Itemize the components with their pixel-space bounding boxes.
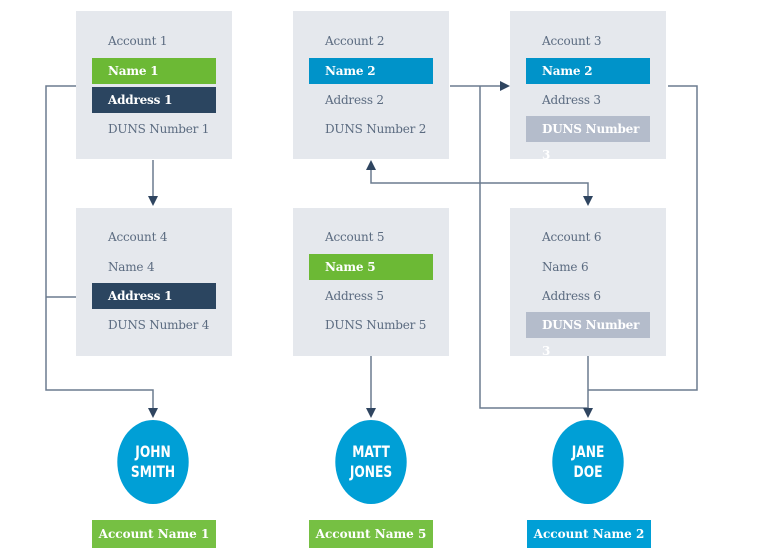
person-circle-john-smith: JOHN SMITH — [117, 420, 189, 504]
name-field: Name 1 — [92, 58, 216, 84]
duns-field: DUNS Number 5 — [325, 318, 427, 332]
account-label: Account 3 — [542, 34, 602, 48]
account-card-5: Account 5 Name 5 Address 5 DUNS Number 5 — [293, 208, 449, 356]
person-last-name: DOE — [573, 462, 603, 481]
arrow-down-jane — [583, 408, 593, 418]
person-first-name: JANE — [571, 442, 605, 461]
name-field: Name 6 — [542, 260, 589, 274]
account-name-label: Account Name 2 — [527, 520, 651, 548]
address-field: Address 5 — [325, 289, 384, 303]
duns-field: DUNS Number 4 — [108, 318, 210, 332]
account-card-1: Account 1 Name 1 Address 1 DUNS Number 1 — [76, 11, 232, 159]
account-card-3: Account 3 Name 2 Address 3 DUNS Number 3 — [510, 11, 666, 162]
person-last-name: SMITH — [130, 462, 176, 481]
person-first-name: JOHN — [135, 442, 171, 461]
duns-field: DUNS Number 3 — [526, 312, 650, 358]
account-label: Account 6 — [542, 230, 602, 244]
account-label: Account 4 — [108, 230, 168, 244]
name-field: Name 2 — [526, 58, 650, 84]
account-label: Account 1 — [108, 34, 168, 48]
address-field: Address 1 — [92, 283, 216, 309]
arrow-down-acct6 — [583, 196, 593, 206]
name-field: Name 2 — [309, 58, 433, 84]
account-label: Account 5 — [325, 230, 385, 244]
arrow-up-acct2 — [366, 160, 376, 170]
address-field: Address 6 — [542, 289, 601, 303]
duns-field: DUNS Number 2 — [325, 122, 427, 136]
address-field: Address 3 — [542, 93, 601, 107]
person-first-name: MATT — [352, 442, 390, 461]
account-label: Account 2 — [325, 34, 385, 48]
person-circle-jane-doe: JANE DOE — [552, 420, 624, 504]
name-field: Name 5 — [309, 254, 433, 280]
person-circle-matt-jones: MATT JONES — [335, 420, 407, 504]
duns-field: DUNS Number 1 — [108, 122, 210, 136]
arrow-right-acct3 — [500, 81, 510, 91]
arrow-down-acct4 — [148, 196, 158, 206]
account-card-6: Account 6 Name 6 Address 6 DUNS Number 3 — [510, 208, 666, 358]
address-field: Address 2 — [325, 93, 384, 107]
account-card-2: Account 2 Name 2 Address 2 DUNS Number 2 — [293, 11, 449, 159]
name-field: Name 4 — [108, 260, 155, 274]
account-card-4: Account 4 Name 4 Address 1 DUNS Number 4 — [76, 208, 232, 356]
person-last-name: JONES — [349, 462, 393, 481]
duns-field: DUNS Number 3 — [526, 116, 650, 162]
account-name-label: Account Name 5 — [309, 520, 433, 548]
arrow-down-matt — [366, 408, 376, 418]
arrow-down-john — [148, 408, 158, 418]
account-name-label: Account Name 1 — [92, 520, 216, 548]
address-field: Address 1 — [92, 87, 216, 113]
